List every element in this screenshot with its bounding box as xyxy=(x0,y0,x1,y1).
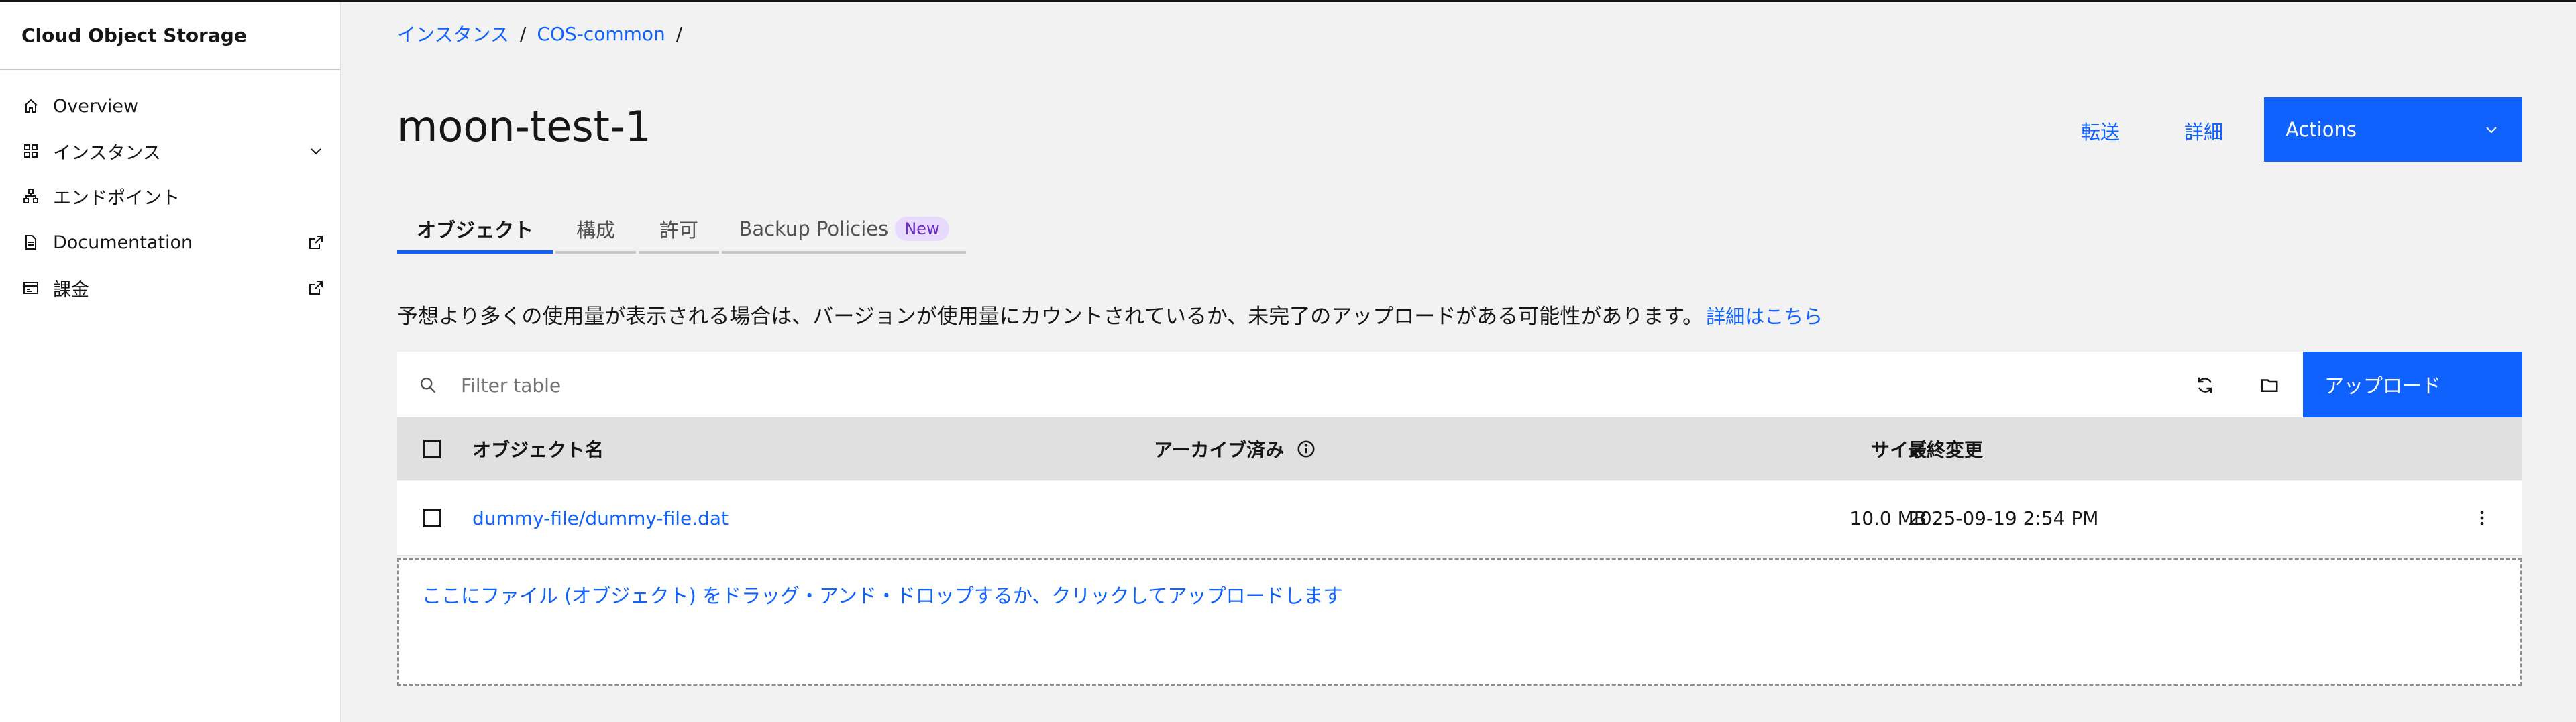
refresh-icon[interactable] xyxy=(2195,375,2215,395)
breadcrumb-cos-common[interactable]: COS-common xyxy=(537,23,665,45)
tab-label: 許可 xyxy=(659,219,698,242)
hierarchy-icon xyxy=(23,189,38,203)
breadcrumb: インスタンス / COS-common / xyxy=(397,20,682,47)
dropzone-text: ここにファイル (オブジェクト) をドラッグ・アンド・ドロップするか、クリックし… xyxy=(422,584,1343,607)
object-last-modified: 2025-09-19 2:54 PM xyxy=(1908,507,2099,529)
chevron-down-icon xyxy=(2486,127,2497,134)
table-header: オブジェクト名 アーカイブ済み サイズ 最終変更 xyxy=(397,417,2522,480)
tab-list: オブジェクト 構成 許可 Backup Policies New xyxy=(397,207,969,254)
tab-backup-policies[interactable]: Backup Policies New xyxy=(722,207,966,254)
chevron-down-icon[interactable] xyxy=(308,143,324,159)
column-header-object-name[interactable]: オブジェクト名 xyxy=(472,417,604,480)
folder-icon[interactable] xyxy=(2259,375,2279,395)
top-border xyxy=(0,0,2576,2)
sidebar-item-endpoints[interactable]: エンドポイント xyxy=(0,174,340,218)
sidebar-item-label: エンドポイント xyxy=(53,187,180,209)
learn-more-link[interactable]: 詳細はこちら xyxy=(1706,305,1823,328)
actions-label: Actions xyxy=(2286,118,2357,141)
sidebar-item-billing[interactable]: 課金 xyxy=(0,266,340,310)
search-icon xyxy=(420,377,436,393)
sidebar-item-label: Documentation xyxy=(53,231,193,253)
home-icon xyxy=(24,99,38,113)
tab-label: オブジェクト xyxy=(416,218,533,242)
usage-notice-text: 予想より多くの使用量が表示される場合は、バージョンが使用量にカウントされているか… xyxy=(397,305,1704,329)
tab-label: 構成 xyxy=(576,219,615,242)
tab-label: Backup Policies xyxy=(739,217,889,240)
sidebar-item-label: Overview xyxy=(53,95,139,117)
tab-permissions[interactable]: 許可 xyxy=(639,207,719,254)
sidebar-item-documentation[interactable]: Documentation xyxy=(0,220,340,264)
document-icon xyxy=(25,235,36,250)
sidebar-item-instances[interactable]: インスタンス xyxy=(0,129,340,173)
actions-dropdown-button[interactable]: Actions xyxy=(2264,97,2522,162)
sidebar-item-overview[interactable]: Overview xyxy=(0,84,340,128)
sidebar-title: Cloud Object Storage xyxy=(21,24,247,46)
breadcrumb-instances[interactable]: インスタンス xyxy=(397,20,509,47)
upload-dropzone[interactable]: ここにファイル (オブジェクト) をドラッグ・アンド・ドロップするか、クリックし… xyxy=(397,558,2522,686)
filter-table-input[interactable] xyxy=(461,374,2071,397)
object-size: 10.0 MB xyxy=(1849,507,1927,529)
transfer-button[interactable]: 転送 xyxy=(2081,117,2120,145)
select-all-checkbox[interactable] xyxy=(423,440,441,458)
sidebar-item-label: インスタンス xyxy=(53,142,161,164)
sidebar-item-label: 課金 xyxy=(53,279,89,301)
row-checkbox[interactable] xyxy=(423,509,441,527)
table-toolbar: アップロード xyxy=(397,352,2522,417)
details-button[interactable]: 詳細 xyxy=(2184,117,2223,145)
upload-button[interactable]: アップロード xyxy=(2303,352,2522,417)
sidebar: Cloud Object Storage Overview インスタンス エンド… xyxy=(0,2,341,722)
usage-notice: 予想より多くの使用量が表示される場合は、バージョンが使用量にカウントされているか… xyxy=(397,299,1823,329)
column-header-archived-label: アーカイブ済み xyxy=(1154,439,1285,461)
column-header-archived: アーカイブ済み xyxy=(1154,417,1316,480)
breadcrumb-separator: / xyxy=(519,22,527,45)
tab-configuration[interactable]: 構成 xyxy=(555,207,636,254)
sidebar-divider xyxy=(0,69,340,70)
tab-objects[interactable]: オブジェクト xyxy=(397,207,553,254)
object-name-link[interactable]: dummy-file/dummy-file.dat xyxy=(472,481,729,555)
new-badge: New xyxy=(895,217,949,241)
overflow-menu-icon[interactable] xyxy=(2473,509,2491,527)
page-title: moon-test-1 xyxy=(397,102,651,151)
breadcrumb-separator: / xyxy=(676,22,683,45)
info-icon[interactable] xyxy=(1296,439,1316,459)
billing-icon xyxy=(23,282,38,294)
column-header-last-modified[interactable]: 最終変更 xyxy=(1908,417,1983,480)
table-row: dummy-file/dummy-file.dat 10.0 MB 2025-0… xyxy=(397,481,2522,556)
external-link-icon xyxy=(309,236,323,249)
external-link-icon xyxy=(309,281,323,295)
grid-icon xyxy=(24,144,38,158)
